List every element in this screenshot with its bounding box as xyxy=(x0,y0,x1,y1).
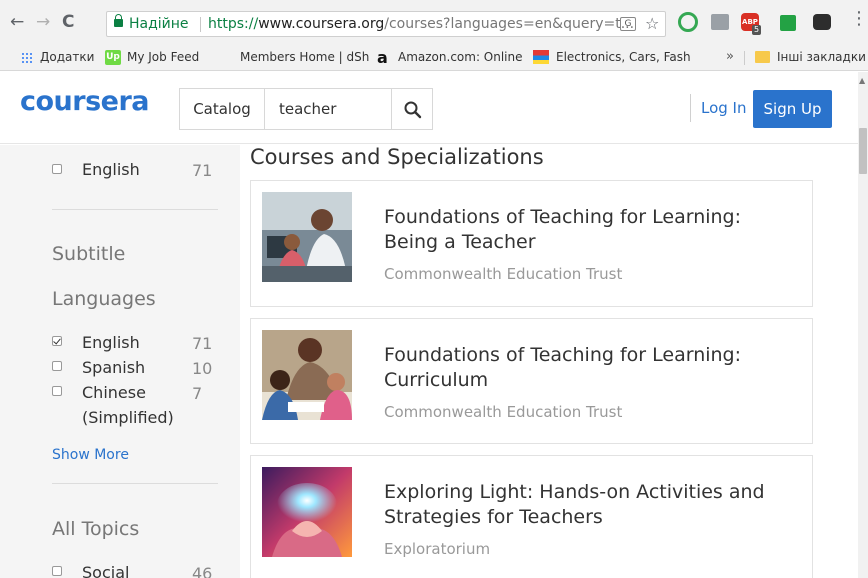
reload-button[interactable]: C xyxy=(62,13,74,31)
site-header: coursera Catalog Log In Sign Up xyxy=(0,72,858,144)
bookmark-amazon[interactable]: Amazon.com: Online xyxy=(398,50,523,64)
bookmarks-overflow-button[interactable]: » xyxy=(726,49,734,64)
search-icon xyxy=(404,101,422,119)
header-divider xyxy=(690,94,691,122)
topic-social-checkbox[interactable] xyxy=(52,566,62,576)
bookmarks-divider xyxy=(744,51,745,65)
bookmark-electronics[interactable]: Electronics, Cars, Fash xyxy=(556,50,691,64)
filter-checkbox[interactable] xyxy=(52,164,62,174)
subtitle-spanish-count: 10 xyxy=(192,359,213,378)
filter-sidebar: English 71 Subtitle Languages English 71… xyxy=(0,145,240,578)
course-thumbnail xyxy=(262,192,352,282)
url-path: /courses?languages=en&query=t... xyxy=(384,16,635,32)
amazon-icon[interactable]: a xyxy=(377,48,388,67)
course-thumbnail xyxy=(262,467,352,557)
scroll-thumb[interactable] xyxy=(859,128,867,174)
subtitle-chinese-count: 7 xyxy=(192,384,203,403)
subtitle-english-count: 71 xyxy=(192,334,213,353)
subtitle-chinese-label-line2: (Simplified) xyxy=(82,408,174,427)
extension-dark-icon[interactable] xyxy=(813,14,831,30)
course-thumbnail xyxy=(262,330,352,420)
sidebar-divider xyxy=(52,483,218,484)
course-card[interactable]: Foundations of Teaching for Learning: Be… xyxy=(250,180,813,307)
security-label: Надійне xyxy=(129,16,189,32)
shopping-bag-icon[interactable] xyxy=(780,15,796,31)
ecommerce-icon[interactable] xyxy=(533,50,549,64)
course-partner: Exploratorium xyxy=(384,540,491,558)
subtitle-spanish-checkbox[interactable] xyxy=(52,361,62,371)
url-host: www.coursera.org xyxy=(258,16,385,32)
folder-icon xyxy=(755,51,770,63)
topic-social-count: 46 xyxy=(192,564,213,578)
upwork-icon[interactable]: Up xyxy=(105,50,121,65)
subtitle-english-label: English xyxy=(82,333,140,352)
browser-menu-icon[interactable]: ⋮ xyxy=(850,10,868,28)
bookmark-apps[interactable]: Додатки xyxy=(40,50,94,64)
subtitle-languages-heading: Subtitle xyxy=(52,243,126,265)
translate-icon[interactable]: G xyxy=(620,17,636,31)
url-scheme: https:// xyxy=(208,16,259,32)
cast-icon[interactable] xyxy=(711,14,729,30)
search-input[interactable] xyxy=(264,88,392,130)
address-url[interactable]: https://www.coursera.org/courses?languag… xyxy=(208,12,634,36)
teacher-classroom-image xyxy=(262,192,352,282)
scroll-up-icon[interactable]: ▲ xyxy=(859,76,865,85)
filter-count: 71 xyxy=(192,161,213,180)
bookmark-members-home[interactable]: Members Home | dSh xyxy=(240,50,369,64)
signup-button[interactable]: Sign Up xyxy=(753,90,832,128)
catalog-button[interactable]: Catalog xyxy=(179,88,264,130)
course-title[interactable]: Exploring Light: Hands-on Activities and… xyxy=(384,480,794,530)
teacher-students-image xyxy=(262,330,352,420)
course-partner: Commonwealth Education Trust xyxy=(384,403,623,421)
bookmarks-bar: Додатки Up My Job Feed Members Home | dS… xyxy=(0,44,868,71)
subtitle-spanish-label: Spanish xyxy=(82,358,146,377)
apps-grid-icon[interactable] xyxy=(21,52,33,64)
back-button[interactable]: ← xyxy=(10,13,24,31)
subtitle-english-checkbox[interactable] xyxy=(52,336,62,346)
course-card[interactable]: Foundations of Teaching for Learning: Cu… xyxy=(250,318,813,444)
bookmark-my-job-feed[interactable]: My Job Feed xyxy=(127,50,199,64)
show-more-link[interactable]: Show More xyxy=(52,447,129,463)
light-hands-image xyxy=(262,467,352,557)
address-bar[interactable]: Надійне https://www.coursera.org/courses… xyxy=(106,11,666,37)
extension-green-icon[interactable] xyxy=(678,12,698,32)
forward-button[interactable]: → xyxy=(36,13,50,31)
lock-icon xyxy=(114,14,123,27)
address-divider xyxy=(200,17,201,32)
course-title[interactable]: Foundations of Teaching for Learning: Cu… xyxy=(384,343,794,393)
subtitle-chinese-checkbox[interactable] xyxy=(52,386,62,396)
filter-label: English xyxy=(82,160,140,179)
subtitle-chinese-label: Chinese xyxy=(82,383,146,402)
sidebar-divider xyxy=(52,209,218,210)
course-partner: Commonwealth Education Trust xyxy=(384,265,623,283)
course-title[interactable]: Foundations of Teaching for Learning: Be… xyxy=(384,205,794,255)
subtitle-languages-heading-line2: Languages xyxy=(52,288,156,310)
login-link[interactable]: Log In xyxy=(701,99,747,117)
adblock-count-badge: 5 xyxy=(752,25,762,35)
browser-toolbar: ← → C Надійне https://www.coursera.org/c… xyxy=(0,0,868,44)
other-bookmarks[interactable]: Інші закладки xyxy=(777,50,866,64)
search-button[interactable] xyxy=(391,88,433,130)
all-topics-heading: All Topics xyxy=(52,518,140,540)
section-title: Courses and Specializations xyxy=(250,145,544,169)
course-card[interactable]: Exploring Light: Hands-on Activities and… xyxy=(250,455,813,578)
page-scrollbar[interactable]: ▲ xyxy=(858,72,868,578)
topic-social-label: Social xyxy=(82,563,130,578)
coursera-logo[interactable]: coursera xyxy=(20,86,150,117)
bookmark-star-icon[interactable]: ☆ xyxy=(645,12,659,36)
